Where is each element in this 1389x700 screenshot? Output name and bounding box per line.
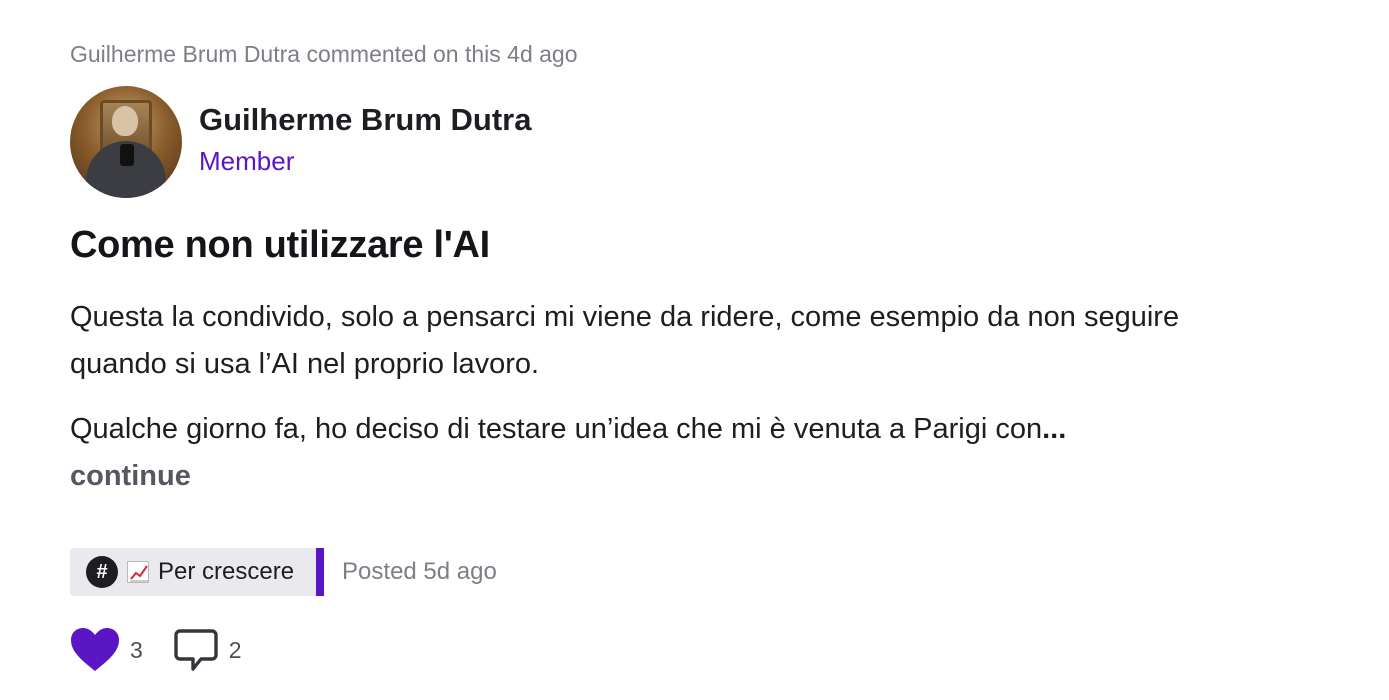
author-info: Guilherme Brum Dutra Member — [199, 100, 531, 178]
ellipsis: ... — [1042, 413, 1067, 445]
author-role: Member — [199, 146, 295, 176]
chart-increasing-icon — [127, 561, 149, 583]
post-footer: # Per crescere Posted 5d ago — [70, 548, 497, 596]
author-block: Guilherme Brum Dutra Member — [70, 86, 531, 198]
post-actions: 3 2 — [70, 627, 242, 673]
post-paragraph-2: Qualche giorno fa, ho deciso di testare … — [70, 406, 1250, 500]
post-paragraph-1: Questa la condivido, solo a pensarci mi … — [70, 301, 1180, 380]
comment-icon[interactable] — [173, 627, 219, 673]
posted-time: Posted 5d ago — [342, 558, 497, 585]
continue-link[interactable]: continue — [70, 460, 191, 492]
author-name[interactable]: Guilherme Brum Dutra — [199, 100, 531, 140]
like-count: 3 — [130, 636, 143, 663]
tag-label: Per crescere — [158, 558, 295, 585]
heart-icon[interactable] — [70, 627, 120, 673]
activity-line: Guilherme Brum Dutra commented on this 4… — [70, 41, 578, 67]
space-tag[interactable]: # Per crescere — [70, 548, 325, 596]
post-paragraph-2-text: Qualche giorno fa, ho deciso di testare … — [70, 413, 1043, 445]
post-title[interactable]: Come non utilizzare l'AI — [70, 224, 490, 267]
hash-icon: # — [86, 556, 118, 588]
avatar[interactable] — [70, 86, 182, 198]
comment-count: 2 — [228, 636, 242, 663]
